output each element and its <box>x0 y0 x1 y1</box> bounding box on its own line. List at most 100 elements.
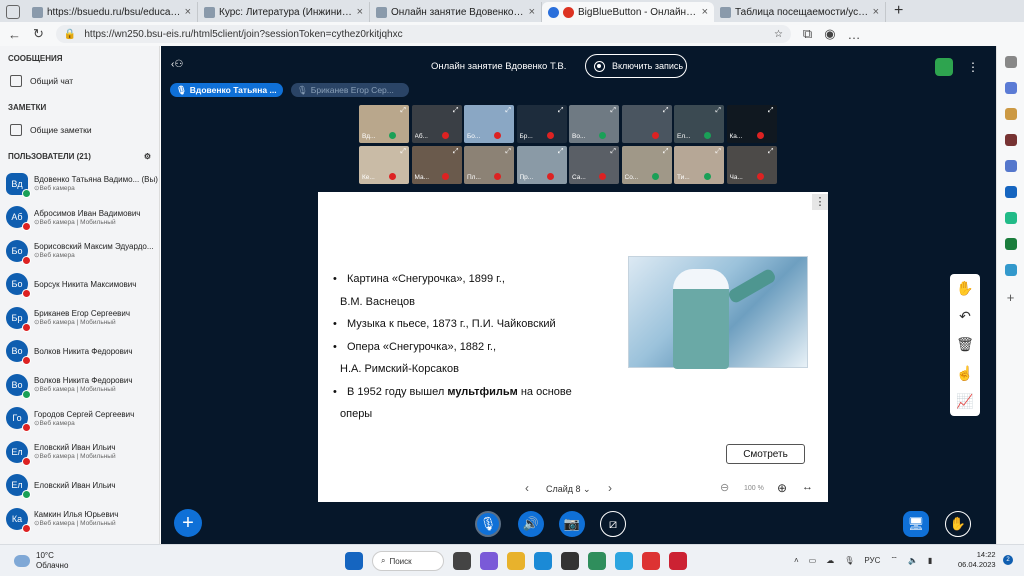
video-tile[interactable]: Са... ⤢ <box>569 146 619 184</box>
office-icon[interactable] <box>1004 160 1017 172</box>
tab-actions-icon[interactable] <box>6 5 20 19</box>
url-field[interactable]: 🔒 https://wn250.bsu-eis.ru/html5client/j… <box>55 25 791 43</box>
video-tile[interactable]: Со... ⤢ <box>621 146 672 184</box>
wifi-icon[interactable]: ⌔ <box>890 555 898 565</box>
back-icon[interactable]: ← <box>8 27 21 42</box>
multi-user-icon[interactable]: ☝ <box>956 365 973 382</box>
new-tab-button[interactable]: + <box>886 2 911 22</box>
refresh-icon[interactable]: ↻ <box>33 26 44 42</box>
toggle-userlist-icon[interactable]: ‹⚇ <box>171 59 183 70</box>
telegram-icon[interactable] <box>615 552 633 570</box>
close-tab-icon[interactable]: × <box>529 6 535 18</box>
shared-notes-item[interactable]: Общие заметки <box>0 118 159 142</box>
presentation-button[interactable]: 🖥 <box>903 511 929 537</box>
video-tile[interactable]: Ел... ⤢ <box>674 105 724 143</box>
volume-icon[interactable]: 🔈 <box>908 556 918 565</box>
expand-icon[interactable]: ⤢ <box>768 148 774 156</box>
user-list-item[interactable]: Бр Бриканев Егор Сергеевич ⊙Веб камера | М… <box>0 301 159 335</box>
video-tile[interactable]: Во... ⤢ <box>569 105 619 143</box>
taskbar-search[interactable]: ⌕ Поиск <box>372 551 444 571</box>
expand-icon[interactable]: ⤢ <box>610 148 616 156</box>
language-indicator[interactable]: РУС <box>864 556 880 565</box>
browser-tab[interactable]: Курс: Литература (Инжиниринг × <box>198 2 370 22</box>
opera-icon[interactable] <box>669 552 687 570</box>
clock[interactable]: 14:22 06.04.2023 <box>958 550 996 570</box>
video-tile[interactable]: Пр... ⤢ <box>516 146 567 184</box>
zoom-in-icon[interactable]: ⊕ <box>777 481 787 495</box>
expand-icon[interactable]: ⤢ <box>453 148 459 156</box>
drop-icon[interactable] <box>1004 212 1017 224</box>
collections-icon[interactable]: ⧉ <box>803 26 812 42</box>
store-icon[interactable] <box>561 552 579 570</box>
camera-button[interactable]: 📷 <box>559 511 585 537</box>
zoom-out-icon[interactable]: ⊖ <box>720 481 729 494</box>
user-list-item[interactable]: Аб Абросимов Иван Вадимович ⊙Веб камера | … <box>0 201 159 235</box>
expand-icon[interactable]: ⤢ <box>715 148 721 156</box>
user-list-item[interactable]: Бо Борисовский Максим Эдуардо... ⊙Веб каме… <box>0 234 159 268</box>
browser-tab[interactable]: https://bsuedu.ru/bsu/education × <box>26 2 198 22</box>
outlook-icon[interactable] <box>1004 186 1017 198</box>
mic-tray-icon[interactable]: 🎙 <box>844 556 854 565</box>
onedrive-icon[interactable]: ☁ <box>826 556 834 565</box>
edge-icon[interactable] <box>534 552 552 570</box>
notification-badge[interactable]: 2 <box>1003 555 1013 565</box>
tag-icon[interactable] <box>1004 82 1017 94</box>
games-icon[interactable] <box>1004 134 1017 146</box>
talking-indicator[interactable]: 🎙 Вдовенко Татьяна ... <box>170 83 283 97</box>
user-list-item[interactable]: Ка Камкин Илья Юрьевич ⊙Веб камера | Мобил… <box>0 502 159 536</box>
close-tab-icon[interactable]: × <box>185 6 191 18</box>
expand-icon[interactable]: ⤢ <box>400 107 406 115</box>
settings-gear-icon[interactable]: ⚙ <box>144 152 151 161</box>
video-tile[interactable]: Ча... ⤢ <box>726 146 777 184</box>
user-list-item[interactable]: Бо Борсук Никита Максимович <box>0 268 159 302</box>
chevron-up-icon[interactable]: ˄ <box>794 556 799 565</box>
next-slide-icon[interactable]: › <box>608 481 612 495</box>
expand-icon[interactable]: ⤢ <box>400 148 406 156</box>
yandex-icon[interactable] <box>642 552 660 570</box>
options-menu-icon[interactable]: ⋮ <box>967 60 979 74</box>
profile-icon[interactable]: ◉ <box>824 26 835 42</box>
record-button[interactable]: Включить запись <box>585 54 687 78</box>
close-tab-icon[interactable]: × <box>702 6 708 18</box>
expand-icon[interactable]: ⤢ <box>715 107 721 115</box>
favorite-icon[interactable]: ☆ <box>774 29 783 40</box>
mic-button[interactable]: 🎙 <box>475 511 501 537</box>
expand-icon[interactable]: ⤢ <box>663 148 669 156</box>
video-tile[interactable]: Бо... ⤢ <box>464 105 514 143</box>
expand-icon[interactable]: ⤢ <box>663 107 669 115</box>
video-tile[interactable]: Ма... ⤢ <box>411 146 462 184</box>
watch-button[interactable]: Смотреть <box>726 444 805 464</box>
undo-icon[interactable]: ↶ <box>959 308 971 325</box>
user-list-item[interactable]: Во Волков Никита Федорович <box>0 335 159 369</box>
network-icon[interactable]: ▭ <box>809 556 817 565</box>
expand-icon[interactable]: ⤢ <box>610 107 616 115</box>
expand-icon[interactable]: ⤢ <box>768 107 774 115</box>
connection-status-icon[interactable] <box>935 58 953 76</box>
raise-hand-button[interactable]: ✋ <box>945 511 971 537</box>
search-icon[interactable] <box>1004 56 1017 68</box>
presentation-options-icon[interactable]: ⋮ <box>812 194 828 210</box>
hand-tool-icon[interactable]: ✋ <box>956 280 973 297</box>
browser-tab[interactable]: Таблица посещаемости/успеваем × <box>714 2 886 22</box>
video-tile[interactable]: Бр... ⤢ <box>516 105 567 143</box>
video-tile[interactable]: ⤢ <box>621 105 672 143</box>
telegram-icon[interactable] <box>1004 264 1017 276</box>
expand-icon[interactable]: ⤢ <box>505 148 511 156</box>
battery-icon[interactable]: ▮ <box>928 556 932 565</box>
add-icon[interactable]: + <box>1007 290 1015 305</box>
talking-indicator[interactable]: 🎙 Бриканев Егор Сер... <box>291 83 409 97</box>
user-list-item[interactable]: Го Городов Сергей Сергеевич ⊙Веб камера <box>0 402 159 436</box>
expand-icon[interactable]: ⤢ <box>453 107 459 115</box>
task-view-icon[interactable] <box>453 552 471 570</box>
app-icon[interactable] <box>588 552 606 570</box>
teams-icon[interactable] <box>480 552 498 570</box>
explorer-icon[interactable] <box>507 552 525 570</box>
browser-tab[interactable]: Онлайн занятие Вдовенко Т.В. × <box>370 2 542 22</box>
start-icon[interactable] <box>345 552 363 570</box>
user-list-item[interactable]: Ел Еловский Иван Ильич ⊙Веб камера | Мобил… <box>0 435 159 469</box>
public-chat-item[interactable]: Общий чат <box>0 69 159 93</box>
video-tile[interactable]: Вд... ⤢ <box>359 105 409 143</box>
screenshare-button[interactable]: ⧄ <box>600 511 626 537</box>
expand-icon[interactable]: ⤢ <box>558 107 564 115</box>
browser-tab[interactable]: BigBlueButton - Онлайн зан × <box>542 2 714 22</box>
